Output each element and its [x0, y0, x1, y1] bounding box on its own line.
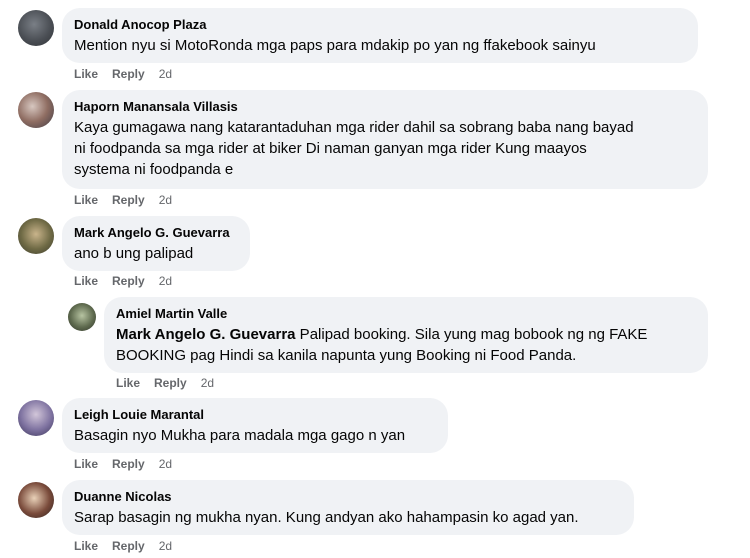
- avatar[interactable]: [18, 400, 54, 436]
- comment-text: ano b ung palipad: [74, 245, 194, 262]
- comment-actions: Like Reply 2d: [74, 456, 186, 472]
- reply-button[interactable]: Reply: [112, 457, 145, 471]
- comment-text: Kaya gumagawa nang katarantaduhan mga ri…: [74, 117, 696, 180]
- mention-link[interactable]: Mark Angelo G. Guevarra: [116, 326, 296, 343]
- comment-text-line: ni foodpanda sa mga rider at biker Di na…: [74, 140, 587, 157]
- timestamp[interactable]: 2d: [159, 539, 172, 553]
- comment-bubble: Amiel Martin Valle Mark Angelo G. Guevar…: [104, 297, 708, 373]
- commenter-name[interactable]: Leigh Louie Marantal: [74, 406, 436, 423]
- avatar[interactable]: [18, 10, 54, 46]
- comment-bubble: Mark Angelo G. Guevarra ano b ung palipa…: [62, 216, 250, 271]
- timestamp[interactable]: 2d: [159, 457, 172, 471]
- comment-bubble: Donald Anocop Plaza Mention nyu si MotoR…: [62, 8, 698, 63]
- timestamp[interactable]: 2d: [201, 376, 214, 390]
- comment-text-line: Kaya gumagawa nang katarantaduhan mga ri…: [74, 119, 634, 136]
- comment-text-line: BOOKING pag Hindi sa kanila napunta yung…: [116, 347, 577, 364]
- comment-bubble: Leigh Louie Marantal Basagin nyo Mukha p…: [62, 398, 448, 453]
- commenter-name[interactable]: Duanne Nicolas: [74, 488, 622, 505]
- comment-text: Mark Angelo G. Guevarra Palipad booking.…: [116, 324, 696, 366]
- comment-text-line: Palipad booking. Sila yung mag bobook ng…: [295, 326, 648, 343]
- reply-button[interactable]: Reply: [112, 539, 145, 553]
- avatar[interactable]: [18, 218, 54, 254]
- commenter-name[interactable]: Haporn Manansala Villasis: [74, 98, 696, 115]
- like-button[interactable]: Like: [116, 376, 140, 390]
- like-button[interactable]: Like: [74, 457, 98, 471]
- reply-button[interactable]: Reply: [112, 193, 145, 207]
- comment-actions: Like Reply 2d: [74, 192, 186, 208]
- comment-actions: Like Reply 2d: [116, 375, 228, 391]
- comment-bubble: Duanne Nicolas Sarap basagin ng mukha ny…: [62, 480, 634, 535]
- comment-actions: Like Reply 2d: [74, 273, 186, 289]
- comment-text: Sarap basagin ng mukha nyan. Kung andyan…: [74, 509, 579, 526]
- avatar[interactable]: [18, 92, 54, 128]
- commenter-name[interactable]: Donald Anocop Plaza: [74, 16, 686, 33]
- like-button[interactable]: Like: [74, 539, 98, 553]
- like-button[interactable]: Like: [74, 193, 98, 207]
- reply-button[interactable]: Reply: [112, 67, 145, 81]
- like-button[interactable]: Like: [74, 274, 98, 288]
- reply-button[interactable]: Reply: [154, 376, 187, 390]
- comment-actions: Like Reply 2d: [74, 538, 186, 554]
- commenter-name[interactable]: Amiel Martin Valle: [116, 305, 696, 322]
- timestamp[interactable]: 2d: [159, 274, 172, 288]
- avatar[interactable]: [18, 482, 54, 518]
- comment-text-line: systema ni foodpanda e: [74, 161, 234, 178]
- commenter-name[interactable]: Mark Angelo G. Guevarra: [74, 224, 238, 241]
- comment-text: Basagin nyo Mukha para madala mga gago n…: [74, 427, 406, 444]
- reply-button[interactable]: Reply: [112, 274, 145, 288]
- comment-actions: Like Reply 2d: [74, 66, 186, 82]
- timestamp[interactable]: 2d: [159, 193, 172, 207]
- avatar[interactable]: [68, 303, 96, 331]
- comment-bubble: Haporn Manansala Villasis Kaya gumagawa …: [62, 90, 708, 189]
- comment-text: Mention nyu si MotoRonda mga paps para m…: [74, 37, 596, 54]
- timestamp[interactable]: 2d: [159, 67, 172, 81]
- like-button[interactable]: Like: [74, 67, 98, 81]
